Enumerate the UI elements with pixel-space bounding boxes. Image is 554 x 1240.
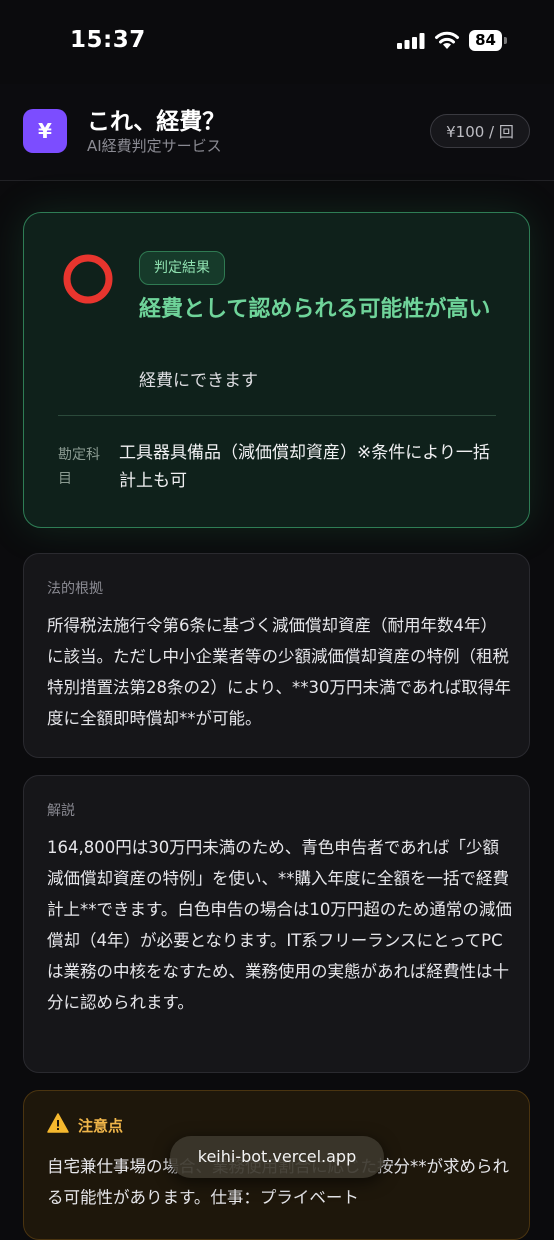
account-label: 勘定科目	[58, 447, 100, 487]
explanation-card: 解説 164,800円は30万円未満のため、青色申告者であれば「少額減価償却資産…	[23, 775, 530, 1073]
legal-basis-card: 法的根拠 所得税法施行令第6条に基づく減価償却資産（耐用年数4年）に該当。ただし…	[23, 553, 530, 758]
warning-icon	[47, 1113, 69, 1133]
verdict-subtext: 経費にできます	[139, 371, 258, 391]
battery-level: 84	[469, 30, 502, 51]
legal-basis-text: 所得税法施行令第6条に基づく減価償却資産（耐用年数4年）に該当。ただし中小企業者…	[47, 616, 511, 728]
battery-tip	[504, 37, 507, 44]
cellular-signal-icon	[397, 33, 425, 49]
app-header: ¥ これ、経費？ AI経費判定サービス ¥100 / 回	[0, 84, 554, 181]
app-title: これ、経費？	[87, 109, 226, 135]
verdict-text: 経費として認められる可能性が高い	[139, 297, 491, 322]
battery-icon: 84	[469, 30, 507, 51]
caution-label: 注意点	[78, 1117, 124, 1135]
result-badge: 判定結果	[139, 251, 225, 285]
account-value: 工具器具備品（減価償却資産）※条件により一括計上も可	[119, 443, 490, 491]
divider	[58, 415, 496, 416]
app-subtitle: AI経費判定サービス	[87, 137, 222, 155]
wifi-icon	[435, 31, 459, 49]
legal-basis-label: 法的根拠	[47, 581, 103, 597]
explanation-text: 164,800円は30万円未満のため、青色申告者であれば「少額減価償却資産の特例…	[47, 838, 512, 1012]
price-badge: ¥100 / 回	[430, 114, 530, 148]
status-bar: 15:37 84	[0, 0, 554, 84]
app-logo: ¥	[23, 109, 67, 153]
result-card: 判定結果 経費として認められる可能性が高い 経費にできます 勘定科目 工具器具備…	[23, 212, 530, 528]
status-time: 15:37	[70, 27, 146, 53]
explanation-label: 解説	[47, 803, 75, 819]
approved-circle-icon	[63, 254, 113, 304]
browser-url-bar[interactable]: keihi-bot.vercel.app	[170, 1136, 384, 1178]
